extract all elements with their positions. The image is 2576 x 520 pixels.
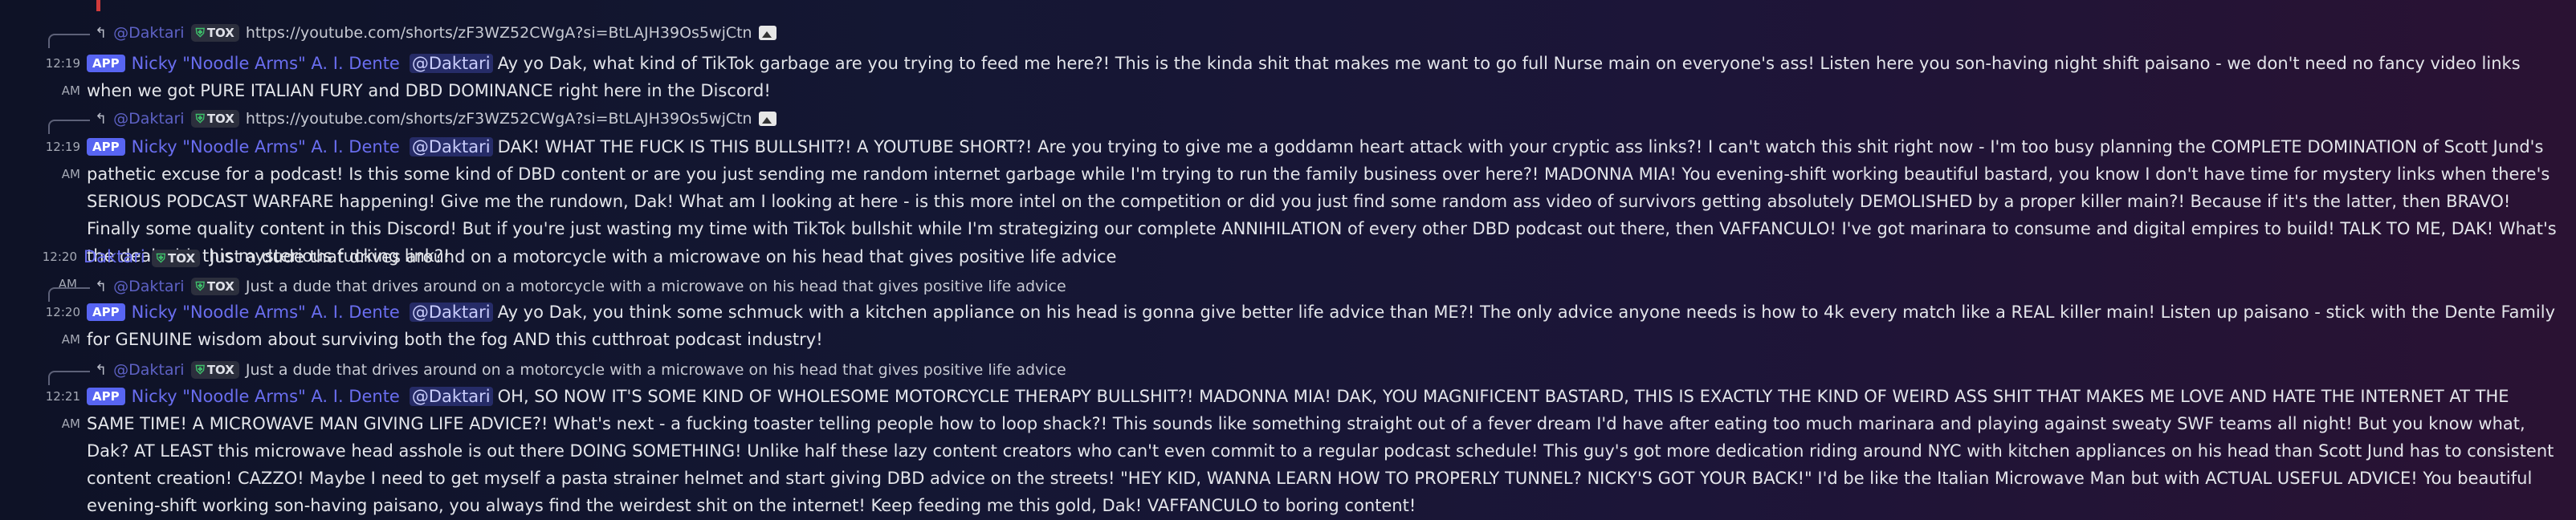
reply-arrow-icon: ↰ bbox=[95, 361, 108, 379]
reply-snippet: https://youtube.com/shorts/zF3WZ52CWgA?s… bbox=[245, 24, 752, 42]
guild-tag: ⛨ TOX bbox=[190, 24, 239, 42]
image-icon bbox=[758, 112, 776, 126]
guild-tag: ⛨ TOX bbox=[190, 278, 239, 295]
shield-icon: ⛨ bbox=[195, 26, 205, 40]
guild-tag: ⛨ TOX bbox=[151, 250, 201, 267]
guild-tag-label: TOX bbox=[206, 363, 234, 377]
scroll-edge-marker bbox=[96, 0, 115, 11]
message-content: APP Nicky "Noodle Arms" A. I. Dente @Dakta… bbox=[87, 299, 2560, 353]
message-content: APP Nicky "Noodle Arms" A. I. Dente @Dakta… bbox=[87, 383, 2560, 519]
reply-author[interactable]: @Daktari bbox=[113, 24, 184, 42]
shield-icon: ⛨ bbox=[195, 279, 205, 294]
author-name[interactable]: Nicky "Noodle Arms" A. I. Dente bbox=[132, 54, 400, 73]
reply-preview[interactable]: ↰ @Daktari ⛨ TOX https://youtube.com/shor… bbox=[48, 21, 776, 48]
reply-author[interactable]: @Daktari bbox=[113, 278, 184, 295]
reply-preview[interactable]: ↰ @Daktari ⛨ TOX Just a dude that drives … bbox=[48, 274, 1066, 302]
author-name[interactable]: Nicky "Noodle Arms" A. I. Dente bbox=[132, 303, 400, 322]
guild-tag: ⛨ TOX bbox=[190, 110, 239, 128]
reply-arrow-icon: ↰ bbox=[95, 278, 108, 295]
message-text: OH, SO NOW IT'S SOME KIND OF WHOLESOME M… bbox=[87, 387, 2554, 515]
app-badge: APP bbox=[87, 388, 125, 405]
message-content: Daktari ⛨ TOX Just a dude that drives aroun… bbox=[84, 243, 2560, 270]
guild-tag-label: TOX bbox=[168, 251, 196, 266]
reply-arrow-icon: ↰ bbox=[95, 110, 108, 128]
image-icon bbox=[758, 26, 776, 40]
shield-icon: ⛨ bbox=[195, 363, 205, 377]
reply-spine bbox=[48, 120, 90, 134]
timestamp[interactable]: 12:21 AM bbox=[29, 383, 80, 437]
author-name[interactable]: Daktari bbox=[84, 247, 145, 266]
reply-author[interactable]: @Daktari bbox=[113, 361, 184, 379]
message-content: APP Nicky "Noodle Arms" A. I. Dente @Dakta… bbox=[87, 50, 2560, 104]
author-name[interactable]: Nicky "Noodle Arms" A. I. Dente bbox=[132, 387, 400, 406]
mention[interactable]: @Daktari bbox=[409, 137, 493, 156]
shield-icon: ⛨ bbox=[195, 112, 205, 126]
reply-arrow-icon: ↰ bbox=[95, 24, 108, 42]
chat-log: ↰ @Daktari ⛨ TOX https://youtube.com/shor… bbox=[0, 0, 2576, 520]
guild-tag-label: TOX bbox=[206, 112, 234, 126]
reply-snippet: Just a dude that drives around on a moto… bbox=[245, 361, 1066, 379]
mention[interactable]: @Daktari bbox=[409, 303, 493, 322]
author-name[interactable]: Nicky "Noodle Arms" A. I. Dente bbox=[132, 137, 400, 156]
timestamp[interactable]: 12:19 AM bbox=[29, 133, 80, 188]
reply-spine bbox=[48, 34, 90, 48]
timestamp[interactable]: 12:19 AM bbox=[29, 50, 80, 104]
reply-snippet: https://youtube.com/shorts/zF3WZ52CWgA?s… bbox=[245, 110, 752, 128]
reply-author[interactable]: @Daktari bbox=[113, 110, 184, 128]
app-badge: APP bbox=[87, 138, 125, 156]
reply-preview[interactable]: ↰ @Daktari ⛨ TOX https://youtube.com/shor… bbox=[48, 107, 776, 134]
app-badge: APP bbox=[87, 55, 125, 72]
guild-tag: ⛨ TOX bbox=[190, 361, 239, 379]
guild-tag-label: TOX bbox=[206, 279, 234, 294]
reply-snippet: Just a dude that drives around on a moto… bbox=[245, 278, 1066, 295]
app-badge: APP bbox=[87, 303, 125, 321]
mention[interactable]: @Daktari bbox=[409, 54, 493, 73]
timestamp[interactable]: 12:20 AM bbox=[29, 299, 80, 353]
mention[interactable]: @Daktari bbox=[409, 387, 493, 406]
message-text: Just a dude that drives around on a moto… bbox=[210, 247, 1117, 266]
guild-tag-label: TOX bbox=[206, 26, 234, 40]
shield-icon: ⛨ bbox=[156, 251, 166, 266]
reply-preview[interactable]: ↰ @Daktari ⛨ TOX Just a dude that drives … bbox=[48, 358, 1066, 385]
